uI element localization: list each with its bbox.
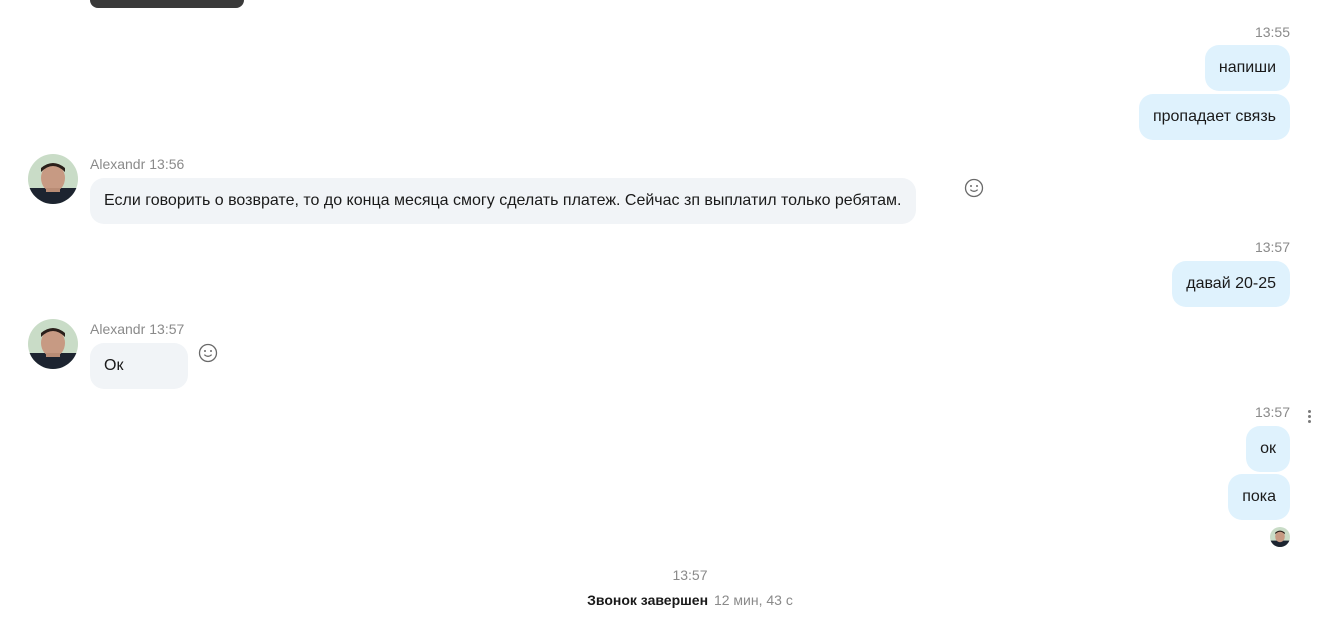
message-timestamp: 13:57 [1254,404,1290,420]
outgoing-message[interactable]: давай 20-25 [1172,261,1290,307]
outgoing-message[interactable]: ок [1246,426,1290,472]
message-timestamp: 13:55 [1254,24,1290,40]
call-status: Звонок завершен [587,592,709,608]
incoming-message[interactable]: Ок [90,343,188,389]
sender-line: Alexandr 13:57 [90,321,188,337]
outgoing-message[interactable]: пока [1228,474,1290,520]
smiley-icon[interactable] [963,177,985,199]
call-duration: 12 мин, 43 с [713,592,793,608]
incoming-message[interactable]: Если говорить о возврате, то до конца ме… [90,178,916,224]
chat-history[interactable]: 13:55 напиши пропадает связь Alexandr 13:… [0,0,1323,631]
outgoing-message[interactable]: пропадает связь [1138,94,1290,140]
sender-name[interactable]: Alexandr [90,156,145,172]
call-ended-notice: Звонок завершен 12 мин, 43 с [0,592,1323,608]
sender-line: Alexandr 13:56 [90,156,188,172]
contact-avatar[interactable] [28,319,78,369]
sender-name[interactable]: Alexandr [90,321,145,337]
call-timestamp: 13:57 [672,567,708,583]
contact-avatar[interactable] [28,154,78,204]
previous-message-card[interactable] [90,0,244,8]
more-vertical-icon[interactable] [1303,408,1315,426]
message-timestamp: 13:57 [1254,239,1290,255]
smiley-icon[interactable] [197,342,219,364]
message-timestamp: 13:57 [149,321,185,337]
message-timestamp: 13:56 [149,156,185,172]
read-receipt-avatar [1270,527,1290,547]
outgoing-message[interactable]: напиши [1204,45,1290,91]
